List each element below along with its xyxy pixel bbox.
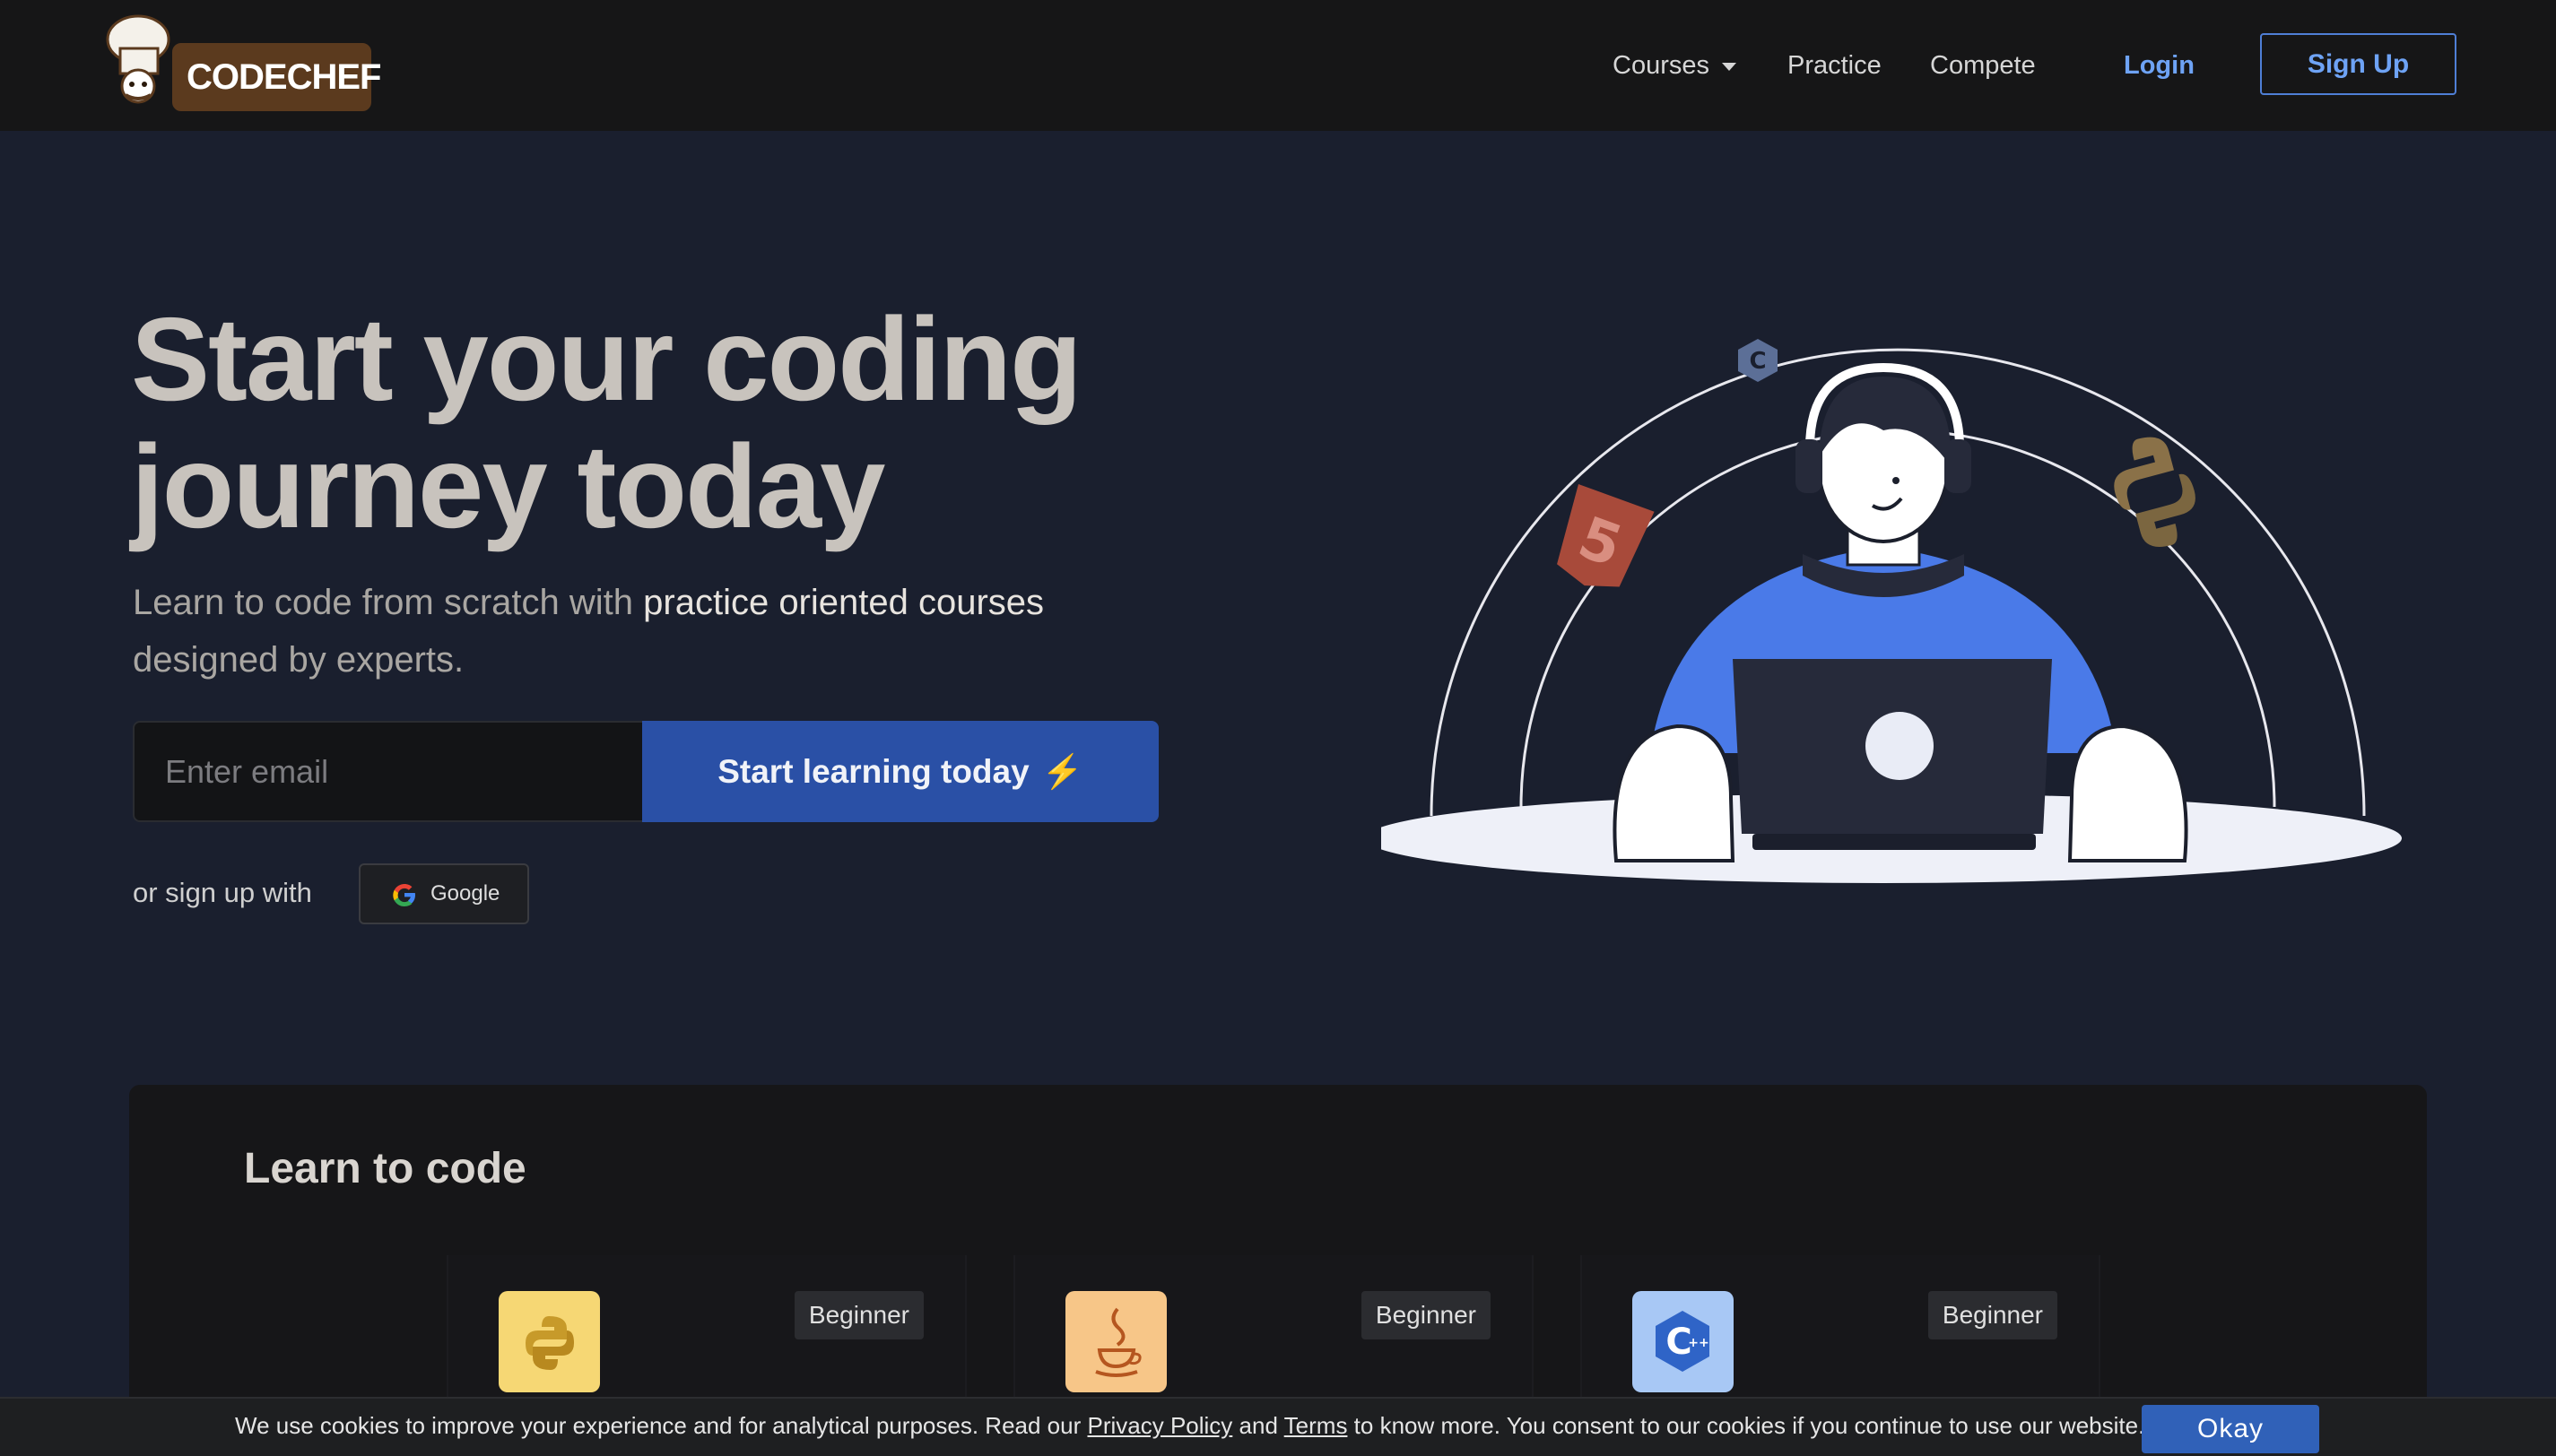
python-logo-icon: [2114, 437, 2195, 547]
svg-text:C: C: [1749, 348, 1766, 375]
google-signup-button[interactable]: Google: [359, 863, 529, 924]
hero-subtitle-highlight: practice oriented courses: [643, 583, 1045, 622]
nav-practice[interactable]: Practice: [1787, 47, 1882, 84]
cookie-consent-bar: We use cookies to improve your experienc…: [0, 1397, 2556, 1456]
nav-courses-label: Courses: [1613, 51, 1709, 80]
terms-link[interactable]: Terms: [1284, 1412, 1348, 1439]
chef-hat-icon: [106, 14, 170, 104]
hero-subtitle-plain: Learn to code from scratch with: [133, 583, 644, 622]
cpp-icon: C ++: [1632, 1291, 1734, 1392]
html5-icon: 5: [1557, 484, 1655, 587]
hero-title-line1: Start your coding: [131, 293, 1082, 425]
google-label: Google: [430, 881, 500, 906]
level-badge: Beginner: [794, 1291, 924, 1339]
or-signup-text: or sign up with: [133, 877, 312, 908]
level-badge: Beginner: [1361, 1291, 1491, 1339]
coder-illustration: C 5: [1381, 339, 2402, 883]
hero-title-line2: journey today: [131, 420, 885, 552]
learn-section-title: Learn to code: [244, 1145, 526, 1192]
cookie-message: We use cookies to improve your experienc…: [235, 1412, 2144, 1440]
signup-button[interactable]: Sign Up: [2260, 33, 2456, 95]
lightning-icon: ⚡: [1041, 753, 1083, 790]
cookie-okay-button[interactable]: Okay: [2142, 1405, 2319, 1453]
hero-subtitle-end: designed by experts.: [133, 640, 465, 680]
hero-title: Start your coding journey today: [131, 296, 1207, 550]
hero-subtitle: Learn to code from scratch with practice…: [133, 574, 1173, 689]
login-link[interactable]: Login: [2124, 47, 2195, 84]
java-icon: [1065, 1291, 1167, 1392]
google-icon: [393, 884, 415, 906]
start-learning-button[interactable]: Start learning today ⚡: [642, 721, 1159, 822]
svg-text:++: ++: [1688, 1336, 1708, 1350]
nav-courses[interactable]: Courses: [1613, 47, 1736, 84]
cookie-text-after: to know more. You consent to our cookies…: [1347, 1412, 2145, 1439]
email-input[interactable]: Enter email: [133, 721, 642, 822]
top-nav-bar: CODECHEF Courses Practice Compete Login …: [0, 0, 2556, 131]
cookie-text-and: and: [1232, 1412, 1284, 1439]
privacy-policy-link[interactable]: Privacy Policy: [1087, 1412, 1232, 1439]
level-badge: Beginner: [1927, 1291, 2057, 1339]
cookie-text-before: We use cookies to improve your experienc…: [235, 1412, 1088, 1439]
codechef-logo[interactable]: CODECHEF: [102, 13, 381, 111]
python-icon: [499, 1291, 600, 1392]
caret-down-icon: [1722, 62, 1736, 71]
nav-compete[interactable]: Compete: [1930, 47, 2036, 84]
start-learning-label: Start learning today: [717, 753, 1030, 790]
brand-wordmark: CODECHEF: [172, 43, 381, 111]
